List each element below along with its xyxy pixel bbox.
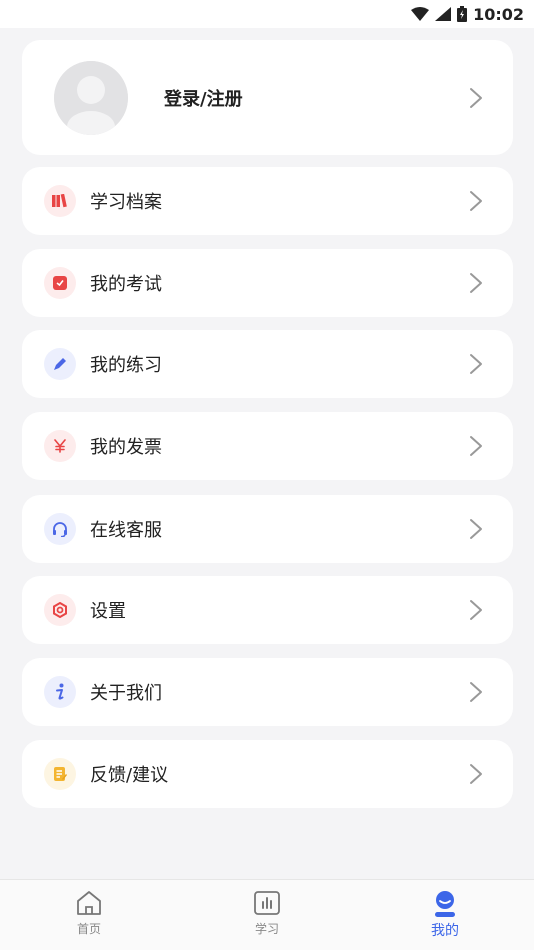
login-card[interactable]: 登录/注册	[22, 40, 513, 155]
status-bar: 10:02	[0, 0, 534, 28]
settings-icon	[44, 594, 76, 626]
tab-label: 学习	[254, 922, 279, 936]
menu-item-my-exams[interactable]: 我的考试	[22, 249, 513, 317]
menu-label: 我的发票	[90, 437, 162, 458]
exam-icon	[44, 267, 76, 299]
bottom-tab-bar: 首页 学习 我的	[0, 879, 534, 950]
chevron-right-icon	[470, 354, 482, 374]
menu-label: 我的考试	[90, 274, 162, 295]
menu-label: 我的练习	[90, 355, 162, 376]
profile-icon	[435, 891, 455, 917]
chevron-right-icon	[470, 273, 482, 293]
tab-mine[interactable]: 我的	[356, 880, 534, 950]
default-avatar-icon	[54, 60, 128, 135]
books-icon	[44, 185, 76, 217]
menu-label: 关于我们	[90, 683, 162, 704]
avatar	[54, 60, 128, 135]
wifi-icon	[411, 7, 430, 21]
chevron-right-icon	[470, 436, 482, 456]
menu-item-my-invoices[interactable]: 我的发票	[22, 412, 513, 480]
menu-item-study-records[interactable]: 学习档案	[22, 167, 513, 235]
chevron-right-icon	[470, 87, 482, 108]
menu-item-my-practice[interactable]: 我的练习	[22, 330, 513, 398]
feedback-icon	[44, 758, 76, 790]
signal-icon	[435, 7, 452, 21]
battery-icon	[457, 6, 468, 22]
chart-icon	[254, 891, 280, 915]
menu-label: 学习档案	[90, 192, 162, 213]
home-icon	[77, 891, 101, 915]
tab-label: 我的	[431, 923, 459, 939]
status-time: 10:02	[473, 4, 524, 24]
login-register-label: 登录/注册	[164, 88, 243, 110]
menu-label: 在线客服	[90, 520, 162, 541]
yen-icon	[44, 430, 76, 462]
chevron-right-icon	[470, 191, 482, 211]
tab-home[interactable]: 首页	[0, 880, 178, 950]
chevron-right-icon	[470, 600, 482, 620]
chevron-right-icon	[470, 764, 482, 784]
chevron-right-icon	[470, 519, 482, 539]
menu-label: 设置	[90, 601, 126, 622]
tab-label: 首页	[76, 922, 101, 936]
tab-study[interactable]: 学习	[178, 880, 356, 950]
menu-label: 反馈/建议	[90, 765, 169, 786]
pencil-icon	[44, 348, 76, 380]
menu-item-online-support[interactable]: 在线客服	[22, 495, 513, 563]
menu-item-about-us[interactable]: 关于我们	[22, 658, 513, 726]
info-icon	[44, 676, 76, 708]
chevron-right-icon	[470, 682, 482, 702]
menu-item-settings[interactable]: 设置	[22, 576, 513, 644]
menu-item-feedback[interactable]: 反馈/建议	[22, 740, 513, 808]
headset-icon	[44, 513, 76, 545]
